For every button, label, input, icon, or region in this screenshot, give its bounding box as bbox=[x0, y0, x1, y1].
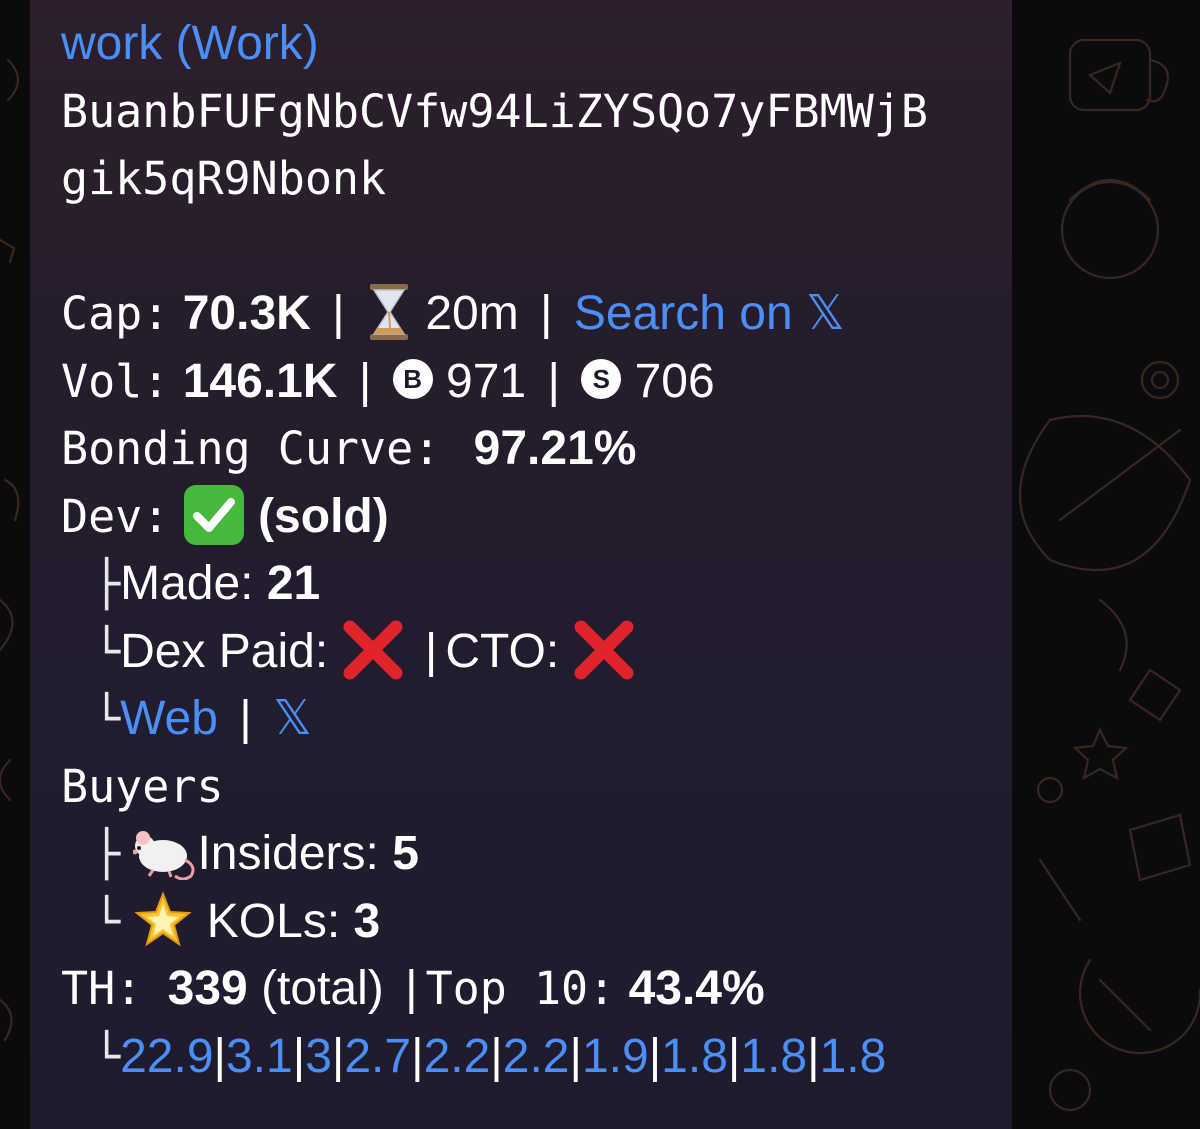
insiders-label: Insiders: bbox=[197, 827, 379, 880]
separator: | bbox=[727, 1029, 741, 1083]
volume-line: Vol: 146.1K | B 971 | S 706 bbox=[61, 348, 1012, 416]
th-total-value: 339 bbox=[167, 962, 248, 1015]
x-logo-icon: 𝕏 bbox=[806, 287, 845, 340]
top-holders-list: 22.9|3.1|3|2.7|2.2|2.2|1.9|1.8|1.8|1.8 bbox=[120, 1030, 886, 1083]
holder-percent-link[interactable]: 22.9 bbox=[120, 1030, 213, 1083]
th-label: TH: bbox=[61, 962, 143, 1015]
insiders-line: ├ Insiders: 5 bbox=[61, 820, 1012, 888]
star-icon bbox=[134, 891, 193, 947]
separator: | bbox=[213, 1029, 226, 1083]
bonding-curve-line: Bonding Curve: 97.21% bbox=[61, 415, 1012, 483]
th-total-label: (total) bbox=[261, 962, 384, 1015]
cap-label: Cap: bbox=[61, 287, 170, 340]
dev-made-line: ├Made: 21 bbox=[61, 550, 1012, 618]
holders-line: TH: 339 (total) | Top 10: 43.4% bbox=[61, 955, 1012, 1023]
contract-address-cont[interactable]: gik5qR9Nbonk bbox=[61, 145, 1012, 213]
separator: | bbox=[540, 287, 553, 340]
holder-percent-link[interactable]: 3.1 bbox=[226, 1030, 293, 1083]
age-value: 20m bbox=[425, 287, 519, 340]
sells-count: 706 bbox=[634, 354, 715, 408]
separator: | bbox=[424, 624, 438, 678]
cap-value: 70.3K bbox=[182, 287, 311, 340]
web-link[interactable]: Web bbox=[120, 692, 218, 745]
bonding-label: Bonding Curve: bbox=[61, 422, 441, 475]
hourglass-icon bbox=[369, 284, 408, 341]
x-logo-icon[interactable]: 𝕏 bbox=[273, 692, 312, 745]
tree-branch: └ bbox=[93, 1029, 121, 1083]
holder-percent-link[interactable]: 2.7 bbox=[344, 1030, 411, 1083]
separator: | bbox=[332, 287, 345, 340]
tree-branch: ├ bbox=[93, 827, 121, 880]
dev-links-line: └Web | 𝕏 bbox=[61, 685, 1012, 753]
holder-percent-link[interactable]: 1.8 bbox=[661, 1030, 728, 1083]
dev-dex-line: └Dex Paid: | CTO: bbox=[61, 618, 1012, 686]
holder-percent-link[interactable]: 1.8 bbox=[740, 1030, 807, 1083]
buys-count: 971 bbox=[446, 354, 527, 408]
sells-circle-icon: S bbox=[581, 358, 622, 399]
separator: | bbox=[358, 354, 372, 408]
search-on-x-link[interactable]: Search on 𝕏 bbox=[574, 287, 845, 340]
dev-status: (sold) bbox=[258, 489, 389, 543]
separator: | bbox=[547, 354, 560, 408]
cross-icon bbox=[343, 620, 403, 680]
tree-branch: └ bbox=[93, 692, 121, 745]
kols-line: └ KOLs: 3 bbox=[61, 888, 1012, 956]
dev-line: Dev: (sold) bbox=[61, 483, 1012, 551]
kols-label: KOLs: bbox=[206, 894, 341, 948]
holder-percent-link[interactable]: 1.8 bbox=[820, 1030, 887, 1083]
contract-address[interactable]: BuanbFUFgNbCVfw94LiZYSQo7yFBMWjB bbox=[61, 78, 1012, 146]
separator: | bbox=[405, 962, 418, 1015]
check-icon bbox=[183, 484, 244, 545]
separator: | bbox=[292, 1029, 306, 1083]
separator: | bbox=[807, 1029, 820, 1083]
made-label: Made: bbox=[120, 557, 254, 610]
cto-label: CTO: bbox=[445, 624, 560, 678]
message-bubble: work (Work) BuanbFUFgNbCVfw94LiZYSQo7yFB… bbox=[30, 0, 1012, 1129]
dev-label: Dev: bbox=[61, 489, 170, 543]
insiders-value: 5 bbox=[392, 827, 419, 880]
holder-percent-link[interactable]: 1.9 bbox=[582, 1030, 649, 1083]
tree-branch: ├ bbox=[93, 557, 121, 610]
token-title-link[interactable]: work (Work) bbox=[61, 10, 1012, 78]
kols-value: 3 bbox=[353, 894, 381, 948]
cross-icon bbox=[574, 620, 633, 680]
separator: | bbox=[648, 1029, 662, 1083]
tree-branch: └ bbox=[93, 894, 121, 948]
separator: | bbox=[490, 1029, 503, 1083]
vol-value: 146.1K bbox=[182, 354, 338, 408]
separator: | bbox=[569, 1029, 582, 1083]
vol-label: Vol: bbox=[61, 354, 170, 408]
cap-line: Cap: 70.3K | 20m | Search on 𝕏 bbox=[61, 280, 1012, 348]
top-holders-line: └22.9|3.1|3|2.7|2.2|2.2|1.9|1.8|1.8|1.8 bbox=[61, 1023, 1012, 1091]
separator: | bbox=[331, 1029, 345, 1083]
top10-label: Top 10: bbox=[425, 962, 616, 1015]
bonding-value: 97.21% bbox=[473, 422, 637, 475]
separator: | bbox=[411, 1029, 424, 1083]
made-value: 21 bbox=[266, 557, 321, 610]
holder-percent-link[interactable]: 2.2 bbox=[503, 1030, 570, 1083]
buyers-heading: Buyers bbox=[61, 759, 224, 813]
holder-percent-link[interactable]: 3 bbox=[305, 1030, 332, 1083]
mouse-icon bbox=[133, 831, 195, 881]
buys-circle-icon: B bbox=[392, 358, 433, 399]
holder-percent-link[interactable]: 2.2 bbox=[424, 1030, 491, 1083]
separator: | bbox=[239, 692, 252, 745]
top10-value: 43.4% bbox=[628, 962, 765, 1015]
dex-paid-label: Dex Paid: bbox=[120, 624, 329, 678]
tree-branch: └ bbox=[93, 624, 121, 678]
